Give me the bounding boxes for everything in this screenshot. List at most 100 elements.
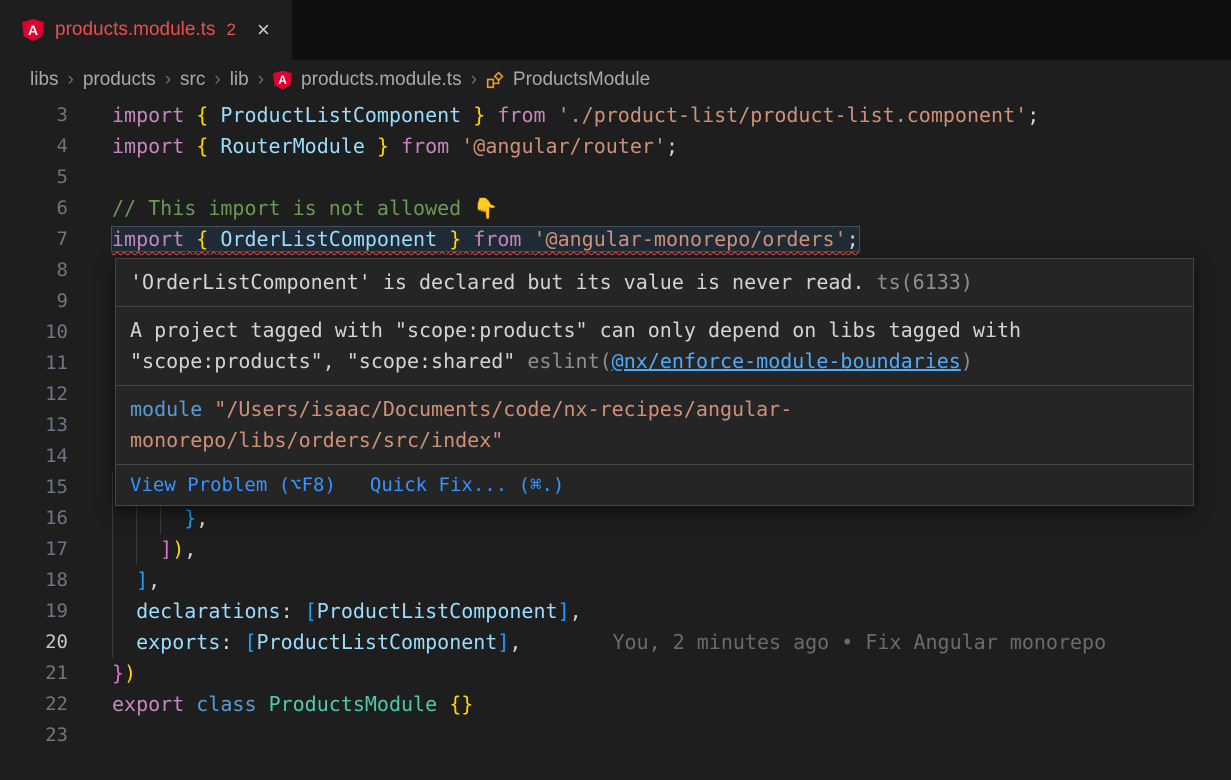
code-line-4[interactable]: 4 import { RouterModule } from '@angular/… <box>0 131 1231 162</box>
code-line-21[interactable]: 21}) <box>0 658 1231 689</box>
breadcrumb-item-products-module-ts[interactable]: products.module.ts <box>301 69 462 91</box>
code-line-6[interactable]: 6 // This import is not allowed 👇 <box>0 193 1231 224</box>
breadcrumb-separator-icon: › <box>258 69 264 91</box>
indent-guide <box>136 534 137 565</box>
tab-label: products.module.ts <box>55 19 216 41</box>
code-line-16[interactable]: 16 }, <box>0 503 1231 534</box>
indent-guide <box>136 503 137 534</box>
hover-text: "/Users/isaac/Documents/code/nx-recipes/… <box>202 397 792 421</box>
indent-guide <box>112 627 113 658</box>
breadcrumb-separator-icon: › <box>471 69 477 91</box>
tab-products-module-ts[interactable]: A products.module.ts 2 × <box>0 0 292 60</box>
line-number: 23 <box>0 720 68 751</box>
indent-guide <box>112 596 113 627</box>
angular-icon-letter: A <box>28 23 38 37</box>
line-content: // This import is not allowed 👇 <box>112 193 498 224</box>
indent-guide <box>160 503 161 534</box>
line-number: 22 <box>0 689 68 720</box>
hover-text-line: module "/Users/isaac/Documents/code/nx-r… <box>130 394 1179 425</box>
hover-text: module <box>130 397 202 421</box>
hover-status-bar: View Problem (⌥F8) Quick Fix... (⌘.) <box>116 465 1193 505</box>
line-content: }) <box>112 658 136 689</box>
line-number: 14 <box>0 441 68 472</box>
hover-text-line: 'OrderListComponent' is declared but its… <box>130 267 1179 298</box>
line-number: 7 <box>0 224 68 255</box>
class-symbol-icon <box>486 71 504 89</box>
indent-guide <box>112 565 113 596</box>
line-number: 4 <box>0 131 68 162</box>
line-number: 18 <box>0 565 68 596</box>
hover-text: 'OrderListComponent' is declared but its… <box>130 270 865 294</box>
indent-guide <box>112 534 113 565</box>
breadcrumb-separator-icon: › <box>68 69 74 91</box>
line-number: 19 <box>0 596 68 627</box>
line-content: import { OrderListComponent } from '@ang… <box>112 224 859 255</box>
line-number: 10 <box>0 317 68 348</box>
line-number: 16 <box>0 503 68 534</box>
line-content: declarations: [ProductListComponent], <box>112 596 582 627</box>
hover-text-line: "scope:products", "scope:shared" eslint(… <box>130 346 1179 377</box>
hover-sections: 'OrderListComponent' is declared but its… <box>116 259 1193 465</box>
code-line-7[interactable]: 7 import { OrderListComponent } from '@an… <box>0 224 1231 255</box>
angular-icon: A <box>273 71 292 90</box>
hover-section: 'OrderListComponent' is declared but its… <box>116 259 1193 307</box>
line-number: 15 <box>0 472 68 503</box>
code-line-19[interactable]: 19 declarations: [ProductListComponent], <box>0 596 1231 627</box>
line-number: 9 <box>0 286 68 317</box>
code-line-20[interactable]: 20 exports: [ProductListComponent],You, … <box>0 627 1231 658</box>
git-blame-annotation: You, 2 minutes ago • Fix Angular monorep… <box>612 630 1106 654</box>
breadcrumb-item-src[interactable]: src <box>180 69 205 91</box>
line-number: 11 <box>0 348 68 379</box>
breadcrumb-item-libs[interactable]: libs <box>30 69 59 91</box>
line-content: export class ProductsModule {} <box>112 689 473 720</box>
hover-section: A project tagged with "scope:products" c… <box>116 307 1193 386</box>
eslint-rule-link[interactable]: @nx/enforce-module-boundaries <box>612 349 961 373</box>
hover-text: ) <box>961 349 973 373</box>
line-number: 6 <box>0 193 68 224</box>
error-squiggle-range: import { OrderListComponent } from '@ang… <box>112 227 859 251</box>
line-number: 21 <box>0 658 68 689</box>
line-content: ]), <box>112 534 196 565</box>
code-line-5[interactable]: 5 <box>0 162 1231 193</box>
angular-file-icon: A <box>22 19 44 41</box>
line-number: 8 <box>0 255 68 286</box>
close-icon[interactable]: × <box>257 19 270 41</box>
line-content: exports: [ProductListComponent],You, 2 m… <box>112 627 1106 658</box>
breadcrumb-item-lib[interactable]: lib <box>230 69 249 91</box>
line-number: 13 <box>0 410 68 441</box>
code-line-3[interactable]: 3 import { ProductListComponent } from '.… <box>0 100 1231 131</box>
breadcrumb-separator-icon: › <box>214 69 220 91</box>
hover-text: A project tagged with "scope:products" c… <box>130 318 1021 342</box>
code-line-23[interactable]: 23 <box>0 720 1231 751</box>
problem-hover-popup: 'OrderListComponent' is declared but its… <box>115 258 1194 506</box>
indent-guide <box>112 503 113 534</box>
code-line-18[interactable]: 18 ], <box>0 565 1231 596</box>
hover-text: monorepo/libs/orders/src/index" <box>130 428 503 452</box>
breadcrumb-separator-icon: › <box>165 69 171 91</box>
tab-bar: A products.module.ts 2 × <box>0 0 1231 60</box>
hover-text: ts(6133) <box>865 270 973 294</box>
line-content: import { ProductListComponent } from './… <box>112 100 1039 131</box>
hover-text-line: monorepo/libs/orders/src/index" <box>130 425 1179 456</box>
breadcrumb-item-productsmodule[interactable]: ProductsModule <box>513 69 650 91</box>
hover-text: "scope:products", "scope:shared" <box>130 349 527 373</box>
view-problem-link[interactable]: View Problem (⌥F8) <box>130 474 336 496</box>
breadcrumb: libs › products › src › lib › Aproducts.module.t… <box>0 60 1231 100</box>
quick-fix-link[interactable]: Quick Fix... (⌘.) <box>370 474 564 496</box>
code-line-22[interactable]: 22 export class ProductsModule {} <box>0 689 1231 720</box>
hover-text-line: A project tagged with "scope:products" c… <box>130 315 1179 346</box>
line-content: ], <box>112 565 160 596</box>
hover-text: eslint( <box>527 349 611 373</box>
line-number: 3 <box>0 100 68 131</box>
breadcrumb-item-products[interactable]: products <box>83 69 156 91</box>
tab-problems-badge: 2 <box>227 20 236 40</box>
line-content: }, <box>112 503 208 534</box>
indent-guide <box>112 472 113 503</box>
line-number: 5 <box>0 162 68 193</box>
hover-section: module "/Users/isaac/Documents/code/nx-r… <box>116 386 1193 465</box>
line-number: 20 <box>0 627 68 658</box>
line-number: 17 <box>0 534 68 565</box>
code-line-17[interactable]: 17 ]), <box>0 534 1231 565</box>
line-number: 12 <box>0 379 68 410</box>
line-content: import { RouterModule } from '@angular/r… <box>112 131 678 162</box>
